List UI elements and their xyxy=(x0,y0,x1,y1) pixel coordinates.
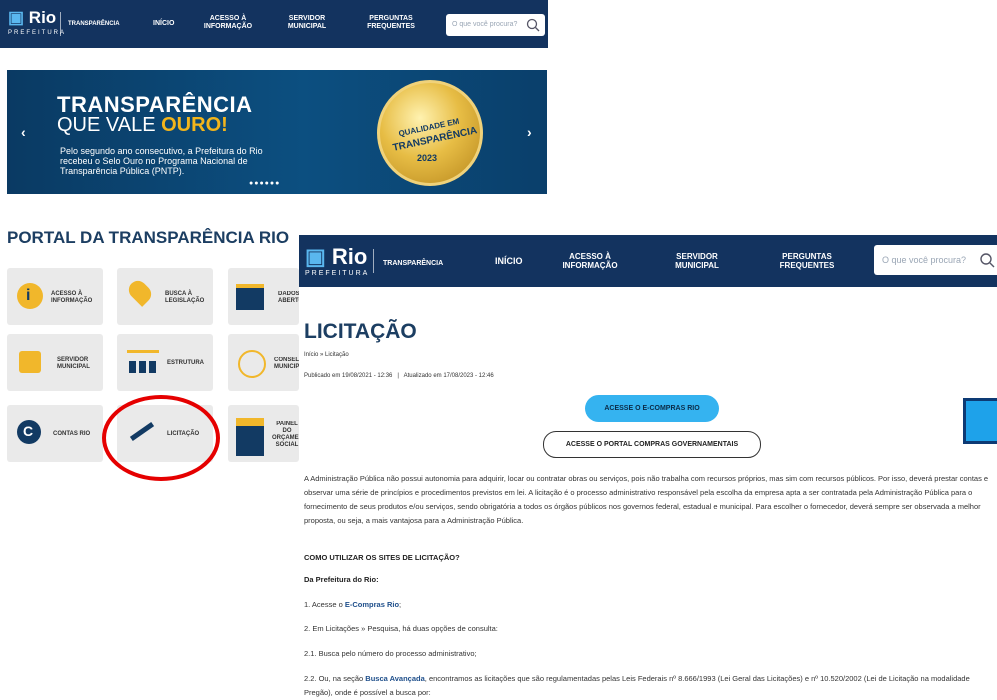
prefeitura-title: Da Prefeitura do Rio: xyxy=(304,575,379,584)
banner-subtitle: QUE VALE OURO! xyxy=(57,114,228,137)
card-contas-rio[interactable]: C CONTAS RIO xyxy=(7,405,103,462)
licitacao-page: ▣ Rio PREFEITURA TRANSPARÊNCIA INÍCIO AC… xyxy=(299,235,997,700)
rio-logo-icon: ▣ xyxy=(305,244,326,269)
back-header: ▣ Rio PREFEITURA TRANSPARÊNCIA INÍCIO AC… xyxy=(0,0,548,48)
nav-acesso-informacao[interactable]: ACESSO À INFORMAÇÃO xyxy=(555,252,625,270)
nav-servidor-municipal[interactable]: SERVIDOR MUNICIPAL xyxy=(285,15,329,31)
card-conselhos-municipais[interactable]: CONSELHOS MUNICIPAIS xyxy=(228,334,300,391)
card-busca-legislacao[interactable]: BUSCA À LEGISLAÇÃO xyxy=(117,268,213,325)
people-icon xyxy=(238,350,266,378)
hero-banner[interactable]: ‹ › TRANSPARÊNCIA QUE VALE OURO! Pelo se… xyxy=(7,70,547,194)
carousel-dots[interactable]: ●●●●●● xyxy=(249,180,280,187)
ecompras-button[interactable]: ACESSE O E-COMPRAS RIO xyxy=(585,395,719,422)
header-divider xyxy=(60,12,61,36)
floating-widget[interactable] xyxy=(963,398,997,444)
folder-icon xyxy=(236,284,264,310)
gold-medal-icon: QUALIDADE EM TRANSPARÊNCIA 2023 xyxy=(377,80,483,186)
card-label: DADOS ABERTOS xyxy=(278,291,300,304)
card-label: PAINEL DO ORÇAMENTO SOCIAL xyxy=(272,421,302,448)
header-divider xyxy=(373,249,374,273)
step-2-1: 2.1. Busca pelo número do processo admin… xyxy=(304,649,477,658)
portal-name[interactable]: TRANSPARÊNCIA xyxy=(383,259,443,268)
logo-text: Rio xyxy=(28,8,57,27)
chevron-left-icon[interactable]: ‹ xyxy=(21,124,26,140)
breadcrumb[interactable]: Início » Licitação xyxy=(304,352,349,358)
publish-info: Publicado em 19/08/2021 - 12:36 | Atuali… xyxy=(304,373,494,379)
search-input[interactable]: O que você procura? xyxy=(452,21,517,28)
step-2: 2. Em Licitações » Pesquisa, há duas opç… xyxy=(304,624,498,633)
search-box[interactable]: O que você procura? xyxy=(874,245,997,275)
nav-acesso-informacao[interactable]: ACESSO À INFORMAÇÃO xyxy=(203,15,253,31)
info-icon: i xyxy=(17,283,43,309)
card-acesso-informacao[interactable]: i ACESSO À INFORMAÇÃO xyxy=(7,268,103,325)
logo-text: Rio xyxy=(331,244,368,269)
portal-title: PORTAL DA TRANSPARÊNCIA RIO xyxy=(7,228,290,247)
search-icon[interactable] xyxy=(526,18,540,32)
medal-year: 2023 xyxy=(417,153,438,163)
card-label: BUSCA À LEGISLAÇÃO xyxy=(165,291,205,304)
portal-name[interactable]: TRANSPARÊNCIA xyxy=(68,20,120,28)
step-1-text: 1. Acesse o xyxy=(304,600,345,609)
chevron-right-icon[interactable]: › xyxy=(527,124,532,140)
rio-logo-icon: ▣ xyxy=(8,8,25,27)
highlight-circle xyxy=(102,395,220,481)
ecompras-link[interactable]: E-Compras Rio xyxy=(345,600,399,609)
card-label: ACESSO À INFORMAÇÃO xyxy=(51,291,93,304)
banner-subtitle-gold: OURO! xyxy=(161,114,228,136)
card-painel-orcamento-social[interactable]: PAINEL DO ORÇAMENTO SOCIAL xyxy=(228,405,302,462)
magnifier-icon: C xyxy=(17,420,41,444)
rio-logo[interactable]: ▣ Rio xyxy=(305,244,367,270)
search-icon[interactable] xyxy=(979,252,995,268)
logo-subtitle: PREFEITURA xyxy=(8,30,67,36)
busca-avancada-link[interactable]: Busca Avançada xyxy=(365,674,424,683)
step-2-2-pre: 2.2. Ou, na seção xyxy=(304,674,366,683)
card-servidor-municipal[interactable]: SERVIDOR MUNICIPAL xyxy=(7,334,103,391)
page-title: LICITAÇÃO xyxy=(304,320,417,343)
step-1: 1. Acesse o E-Compras Rio; xyxy=(304,598,994,612)
portal-compras-button[interactable]: ACESSE O PORTAL COMPRAS GOVERNAMENTAIS xyxy=(543,431,761,458)
logo-subtitle: PREFEITURA xyxy=(305,270,370,277)
map-pin-icon xyxy=(125,277,155,307)
front-header: ▣ Rio PREFEITURA TRANSPARÊNCIA INÍCIO AC… xyxy=(299,235,997,287)
nav-inicio[interactable]: INÍCIO xyxy=(153,20,174,28)
card-estrutura[interactable]: ESTRUTURA xyxy=(117,334,213,391)
nav-perguntas-frequentes[interactable]: PERGUNTAS FREQUENTES xyxy=(775,252,839,270)
nav-perguntas-frequentes[interactable]: PERGUNTAS FREQUENTES xyxy=(365,15,417,31)
rio-logo[interactable]: ▣ Rio xyxy=(8,8,56,28)
banner-body: Pelo segundo ano consecutivo, a Prefeitu… xyxy=(60,146,263,176)
org-chart-icon xyxy=(19,351,41,373)
search-box[interactable]: O que você procura? xyxy=(446,14,545,36)
step-1-end: ; xyxy=(399,600,402,609)
intro-paragraph: A Administração Pública não possui auton… xyxy=(304,474,989,525)
hierarchy-icon xyxy=(127,350,159,377)
dashboard-icon xyxy=(236,418,264,456)
search-input[interactable]: O que você procura? xyxy=(882,255,966,265)
how-to-title: COMO UTILIZAR OS SITES DE LICITAÇÃO? xyxy=(304,553,460,562)
card-label: CONSELHOS MUNICIPAIS xyxy=(274,357,300,370)
card-label: CONTAS RIO xyxy=(53,431,91,437)
card-label: SERVIDOR MUNICIPAL xyxy=(57,357,90,370)
banner-subtitle-pre: QUE VALE xyxy=(57,114,162,136)
card-dados-abertos[interactable]: DADOS ABERTOS xyxy=(228,268,300,325)
card-label: ESTRUTURA xyxy=(167,360,204,366)
step-2-2: 2.2. Ou, na seção Busca Avançada, encont… xyxy=(304,672,994,700)
nav-inicio[interactable]: INÍCIO xyxy=(495,257,523,266)
nav-servidor-municipal[interactable]: SERVIDOR MUNICIPAL xyxy=(671,252,723,270)
